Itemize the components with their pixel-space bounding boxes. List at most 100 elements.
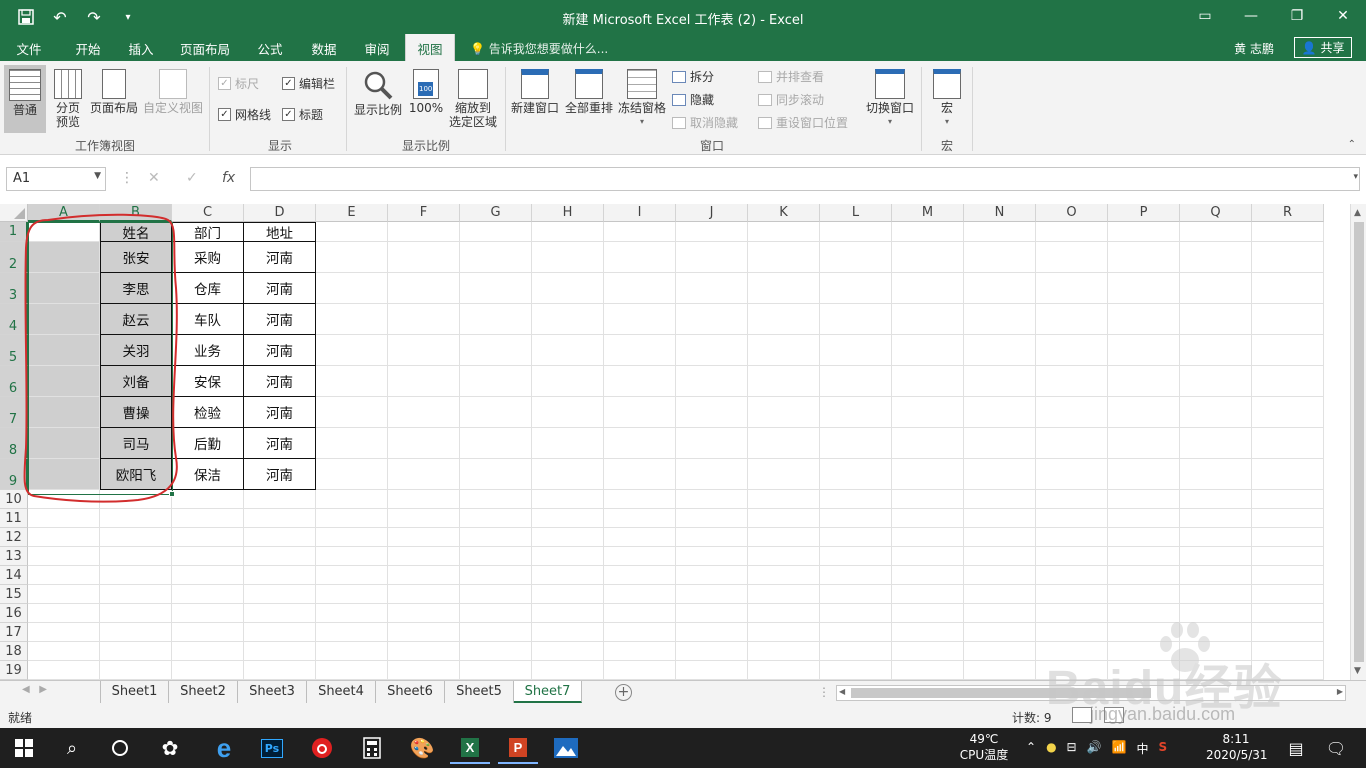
cell-l18[interactable] <box>820 642 892 661</box>
cell-g4[interactable] <box>460 304 532 335</box>
hide-button[interactable]: 隐藏 <box>672 91 714 108</box>
cell-p12[interactable] <box>1108 528 1180 547</box>
volume-icon[interactable]: 🔊 <box>1087 740 1102 757</box>
cell-q8[interactable] <box>1180 428 1252 459</box>
cell-i18[interactable] <box>604 642 676 661</box>
cell-l5[interactable] <box>820 335 892 366</box>
cell-r8[interactable] <box>1252 428 1324 459</box>
cell-p2[interactable] <box>1108 242 1180 273</box>
cell-o7[interactable] <box>1036 397 1108 428</box>
search-icon[interactable]: ⌕ <box>52 732 92 764</box>
cell-h12[interactable] <box>532 528 604 547</box>
ime-indicator[interactable]: 中 <box>1137 740 1149 757</box>
cell-o5[interactable] <box>1036 335 1108 366</box>
column-header-q[interactable]: Q <box>1180 204 1252 222</box>
cell-i13[interactable] <box>604 547 676 566</box>
switch-windows-button[interactable]: 切换窗口 ▾ <box>864 69 916 129</box>
share-button[interactable]: 👤 共享 <box>1294 37 1352 58</box>
cell-g9[interactable] <box>460 459 532 490</box>
cell-j1[interactable] <box>676 222 748 242</box>
row-header-19[interactable]: 19 <box>0 661 28 680</box>
cell-p11[interactable] <box>1108 509 1180 528</box>
scroll-up-icon[interactable]: ▲ <box>1354 208 1361 218</box>
cell-g11[interactable] <box>460 509 532 528</box>
cell-r4[interactable] <box>1252 304 1324 335</box>
cell-a14[interactable] <box>28 566 100 585</box>
view-side-by-side-button[interactable]: 并排查看 <box>758 68 824 85</box>
cell-p15[interactable] <box>1108 585 1180 604</box>
notes-icon[interactable]: ▤ <box>1276 732 1316 764</box>
cell-e6[interactable] <box>316 366 388 397</box>
cell-l2[interactable] <box>820 242 892 273</box>
cell-m13[interactable] <box>892 547 964 566</box>
cell-g7[interactable] <box>460 397 532 428</box>
page-layout-shortcut-icon[interactable] <box>1104 707 1124 723</box>
cell-n9[interactable] <box>964 459 1036 490</box>
cell-b14[interactable] <box>100 566 172 585</box>
cell-b12[interactable] <box>100 528 172 547</box>
tab-view[interactable]: 视图 <box>405 34 455 61</box>
cell-d6[interactable]: 河南 <box>244 366 316 397</box>
page-break-preview-button[interactable]: 分页 预览 <box>50 69 86 129</box>
cell-d11[interactable] <box>244 509 316 528</box>
cell-e2[interactable] <box>316 242 388 273</box>
cell-q18[interactable] <box>1180 642 1252 661</box>
cell-m6[interactable] <box>892 366 964 397</box>
cell-e13[interactable] <box>316 547 388 566</box>
sheet-tab-7[interactable]: Sheet7 <box>514 681 582 703</box>
add-sheet-icon[interactable]: + <box>615 684 632 701</box>
cell-o2[interactable] <box>1036 242 1108 273</box>
cell-a18[interactable] <box>28 642 100 661</box>
ribbon-display-options-icon[interactable]: ▭ <box>1182 0 1228 32</box>
cell-j11[interactable] <box>676 509 748 528</box>
cell-o16[interactable] <box>1036 604 1108 623</box>
split-button[interactable]: 拆分 <box>672 68 714 85</box>
cell-k12[interactable] <box>748 528 820 547</box>
cell-c17[interactable] <box>172 623 244 642</box>
cell-h17[interactable] <box>532 623 604 642</box>
cell-d4[interactable]: 河南 <box>244 304 316 335</box>
cell-g1[interactable] <box>460 222 532 242</box>
cell-d17[interactable] <box>244 623 316 642</box>
cell-q14[interactable] <box>1180 566 1252 585</box>
cell-n12[interactable] <box>964 528 1036 547</box>
cell-k6[interactable] <box>748 366 820 397</box>
cell-h7[interactable] <box>532 397 604 428</box>
cell-l7[interactable] <box>820 397 892 428</box>
cell-q10[interactable] <box>1180 490 1252 509</box>
cell-n10[interactable] <box>964 490 1036 509</box>
cell-g14[interactable] <box>460 566 532 585</box>
cell-r18[interactable] <box>1252 642 1324 661</box>
cell-l11[interactable] <box>820 509 892 528</box>
cell-g10[interactable] <box>460 490 532 509</box>
cell-l16[interactable] <box>820 604 892 623</box>
insert-function-icon[interactable]: fx <box>222 170 235 186</box>
cell-n3[interactable] <box>964 273 1036 304</box>
cell-e8[interactable] <box>316 428 388 459</box>
cell-q13[interactable] <box>1180 547 1252 566</box>
column-header-r[interactable]: R <box>1252 204 1324 222</box>
cell-e19[interactable] <box>316 661 388 680</box>
cell-g13[interactable] <box>460 547 532 566</box>
cell-m18[interactable] <box>892 642 964 661</box>
zoom-100-button[interactable]: 100 100% <box>408 69 444 115</box>
arrange-all-button[interactable]: 全部重排 <box>563 69 615 115</box>
cell-r9[interactable] <box>1252 459 1324 490</box>
cell-f17[interactable] <box>388 623 460 642</box>
cell-k18[interactable] <box>748 642 820 661</box>
cell-r19[interactable] <box>1252 661 1324 680</box>
scroll-thumb[interactable] <box>1354 222 1364 662</box>
cell-n5[interactable] <box>964 335 1036 366</box>
hscroll-thumb[interactable] <box>851 688 1151 698</box>
cell-e15[interactable] <box>316 585 388 604</box>
cell-a17[interactable] <box>28 623 100 642</box>
cell-f6[interactable] <box>388 366 460 397</box>
cell-i17[interactable] <box>604 623 676 642</box>
cell-h4[interactable] <box>532 304 604 335</box>
cell-l12[interactable] <box>820 528 892 547</box>
system-clock[interactable]: 8:11 2020/5/31 <box>1206 731 1268 763</box>
cell-p16[interactable] <box>1108 604 1180 623</box>
cell-r14[interactable] <box>1252 566 1324 585</box>
cell-o9[interactable] <box>1036 459 1108 490</box>
cell-d19[interactable] <box>244 661 316 680</box>
